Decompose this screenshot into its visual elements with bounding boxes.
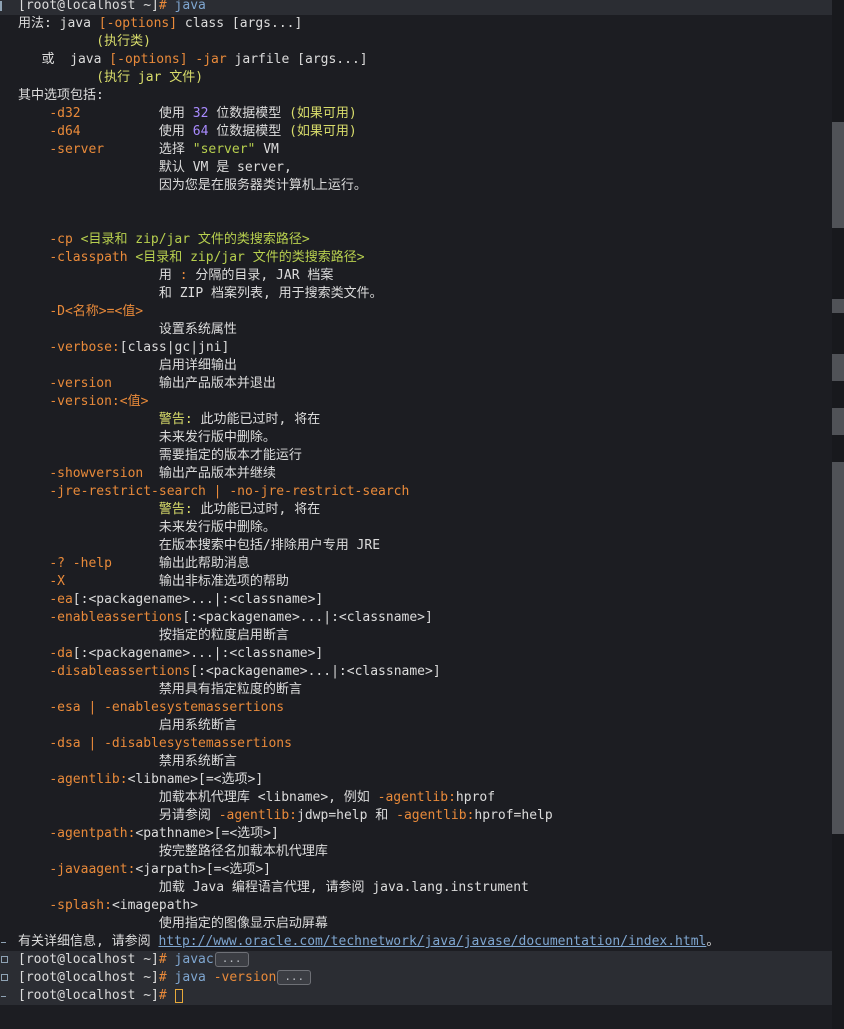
option-verbose: -verbose:[class|gc|jni] (49, 340, 230, 355)
text-cursor (174, 988, 183, 1003)
javaagent-desc: 加载 Java 编程语言代理, 请参阅 java.lang.instrument (158, 880, 529, 895)
agentlib-see: 另请参阅 -agentlib:jdwp=help 和 -agentlib:hpr… (158, 808, 553, 823)
option-server: -server 选择 "server" VM (49, 142, 279, 157)
option-da: -da[:<packagename>...|:<classname>] (49, 646, 324, 661)
option-ea: -ea[:<packagename>...|:<classname>] (49, 592, 324, 607)
prompt-line-javac[interactable]: [root@localhost ~]# javac... (0, 951, 832, 969)
option-D: -D<名称>=<值> (49, 304, 144, 319)
splash-desc: 使用指定的图像显示启动屏幕 (158, 916, 328, 931)
jre-desc: 在版本搜索中包括/排除用户专用 JRE (158, 538, 381, 553)
usage-note-class: (执行类) (96, 34, 151, 49)
option-d64: -d64 使用 64 位数据模型 (如果可用) (49, 124, 357, 139)
option-showversion: -showversion 输出产品版本并继续 (49, 466, 276, 481)
collapsed-output-button[interactable]: ... (214, 952, 249, 967)
option-classpath: -classpath <目录和 zip/jar 文件的类搜索路径> (49, 250, 365, 265)
fold-toggle[interactable] (1, 956, 8, 963)
option-agentpath: -agentpath:<pathname>[=<选项>] (49, 826, 279, 841)
option-help: -? -help 输出此帮助消息 (49, 556, 250, 571)
option-splash: -splash:<imagepath> (49, 898, 199, 913)
option-jre-restrict: -jre-restrict-search | -no-jre-restrict-… (49, 484, 410, 499)
version-need: 需要指定的版本才能运行 (158, 448, 302, 463)
scroll-marker[interactable] (832, 408, 844, 435)
scroll-marker[interactable] (832, 122, 844, 228)
agentpath-desc: 按完整路径名加载本机代理库 (158, 844, 328, 859)
option-dsa: -dsa | -disablesystemassertions (49, 736, 292, 751)
version-warning: 警告: 此功能已过时, 将在 (158, 412, 321, 427)
usage-line: 用法: java [-options] class [args...] (18, 16, 303, 31)
option-X: -X 输出非标准选项的帮助 (49, 574, 289, 589)
usage-line-jar: 或 java [-options] -jar jarfile [args...] (41, 52, 368, 67)
terminal-output[interactable]: [root@localhost ~]# java 用法: java [-opti… (0, 0, 832, 1029)
verbose-desc: 启用详细输出 (158, 358, 237, 373)
jre-warning: 警告: 此功能已过时, 将在 (158, 502, 321, 517)
classpath-zip: 和 ZIP 档案列表, 用于搜索类文件。 (158, 286, 383, 301)
fold-toggle[interactable] (1, 974, 8, 981)
D-desc: 设置系统属性 (158, 322, 237, 337)
documentation-link[interactable]: http://www.oracle.com/technetwork/java/j… (158, 934, 706, 949)
option-enableassertions: -enableassertions[:<packagename>...|:<cl… (49, 610, 433, 625)
scroll-marker[interactable] (832, 299, 844, 313)
prompt-line-java: [root@localhost ~]# java (0, 0, 832, 15)
server-default: 默认 VM 是 server, (158, 160, 292, 175)
option-version: -version 输出产品版本并退出 (49, 376, 276, 391)
enableassertions-desc: 按指定的粒度启用断言 (158, 628, 289, 643)
options-header: 其中选项包括: (18, 88, 104, 103)
agentlib-desc: 加载本机代理库 <libname>, 例如 -agentlib:hprof (158, 790, 496, 805)
gutter-marker (0, 1, 6, 11)
option-disableassertions: -disableassertions[:<packagename>...|:<c… (49, 664, 441, 679)
classpath-separator: 用 : 分隔的目录, JAR 档案 (158, 268, 334, 283)
dsa-desc: 禁用系统断言 (158, 754, 237, 769)
option-cp: -cp <目录和 zip/jar 文件的类搜索路径> (49, 232, 310, 247)
option-javaagent: -javaagent:<jarpath>[=<选项>] (49, 862, 271, 877)
scrollbar[interactable] (832, 0, 844, 1029)
version-future-removed: 未来发行版中删除。 (158, 430, 276, 445)
scroll-marker[interactable] (832, 462, 844, 834)
option-agentlib: -agentlib:<libname>[=<选项>] (49, 772, 264, 787)
disableassertions-desc: 禁用具有指定粒度的断言 (158, 682, 302, 697)
scroll-marker[interactable] (832, 354, 844, 381)
gutter-marker (1, 996, 6, 997)
option-version-value: -version:<值> (49, 394, 149, 409)
usage-note-jar: (执行 jar 文件) (96, 70, 204, 85)
gutter-marker (1, 942, 6, 943)
prompt-line-current[interactable]: [root@localhost ~]# (0, 987, 832, 1005)
collapsed-output-button[interactable]: ... (277, 970, 312, 985)
server-reason: 因为您是在服务器类计算机上运行。 (158, 178, 367, 193)
option-esa: -esa | -enablesystemassertions (49, 700, 285, 715)
esa-desc: 启用系统断言 (158, 718, 237, 733)
prompt-line-java-version[interactable]: [root@localhost ~]# java -version... (0, 969, 832, 987)
jre-future-removed: 未来发行版中删除。 (158, 520, 276, 535)
option-d32: -d32 使用 32 位数据模型 (如果可用) (49, 106, 357, 121)
more-info-line: 有关详细信息, 请参阅 http://www.oracle.com/techne… (0, 933, 832, 951)
